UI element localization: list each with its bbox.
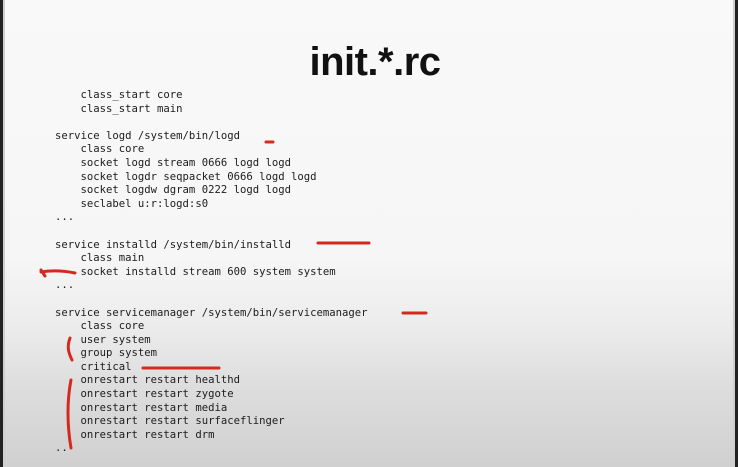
code-line: group system [55, 347, 158, 360]
code-line: service logd /system/bin/logd [55, 129, 240, 142]
code-line: critical [55, 360, 132, 373]
code-line: onrestart restart media [55, 401, 228, 414]
code-line: .. [55, 442, 68, 455]
presentation-slide: init.*.rc class_start core class_start m… [3, 0, 735, 467]
code-line: class_start main [55, 102, 183, 115]
code-line: service servicemanager /system/bin/servi… [55, 306, 368, 319]
code-line: socket installd stream 600 system system [55, 265, 336, 278]
code-line: onrestart restart drm [55, 428, 215, 441]
code-line: onrestart restart surfaceflinger [55, 415, 285, 428]
code-line: service installd /system/bin/installd [55, 238, 291, 251]
code-line: seclabel u:r:logd:s0 [55, 197, 209, 210]
code-line: class main [55, 252, 145, 265]
code-line: class core [55, 320, 145, 333]
code-line: socket logdr seqpacket 0666 logd logd [55, 170, 317, 183]
code-line: user system [55, 333, 151, 346]
code-line: ... [55, 279, 75, 292]
code-block: class_start core class_start main servic… [55, 89, 368, 456]
code-line: class_start core [55, 89, 183, 101]
code-line: onrestart restart healthd [55, 374, 240, 387]
code-line: ... [55, 211, 75, 224]
slide-title: init.*.rc [309, 40, 441, 84]
code-line: socket logd stream 0666 logd logd [55, 156, 292, 169]
annotation-arrow-tip [39, 268, 47, 278]
video-frame: init.*.rc class_start core class_start m… [0, 0, 738, 467]
code-line: class core [55, 143, 145, 156]
code-line: onrestart restart zygote [55, 388, 234, 401]
code-line: socket logdw dgram 0222 logd logd [55, 184, 292, 197]
